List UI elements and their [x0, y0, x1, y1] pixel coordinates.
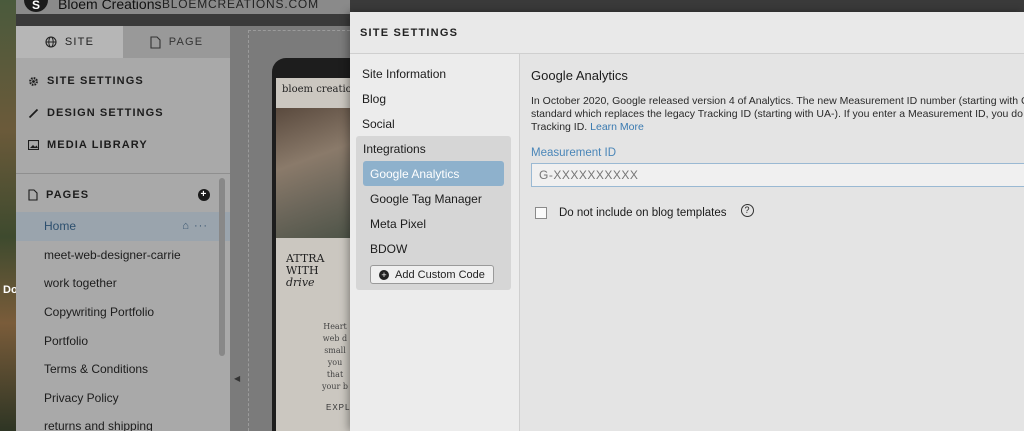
preview-body-line: Heart — [323, 322, 347, 331]
section-title: Google Analytics — [531, 68, 628, 83]
blog-templates-option: Do not include on blog templates ? — [531, 203, 1024, 219]
pages-header-label: PAGES — [46, 189, 90, 201]
preview-body-line: web d — [322, 334, 348, 343]
pages-list: Home ⌂ ··· meet-web-designer-carrie work… — [16, 212, 230, 431]
brush-icon — [28, 108, 39, 119]
blog-templates-checkbox[interactable] — [535, 207, 547, 219]
pages-header: PAGES + — [16, 178, 230, 212]
site-panel: SITE PAGE SITE SETTINGS DESIGN SETTINGS — [16, 26, 230, 431]
page-item-label: Terms & Conditions — [44, 362, 149, 377]
modal-title: SITE SETTINGS — [350, 12, 1024, 54]
menu-site-settings-label: SITE SETTINGS — [47, 75, 144, 87]
help-icon[interactable]: ? — [740, 203, 754, 217]
nav-blog[interactable]: Blog — [350, 86, 519, 111]
plus-icon: + — [379, 269, 389, 280]
page-item[interactable]: meet-web-designer-carrie — [16, 241, 230, 270]
page-icon — [150, 35, 161, 49]
description-line: Tracking ID. Learn More — [531, 121, 1024, 134]
measurement-id-input[interactable] — [531, 163, 1024, 187]
sidebar-scrollbar[interactable] — [219, 178, 225, 356]
add-custom-code-button[interactable]: + Add Custom Code — [370, 265, 494, 284]
nav-integrations[interactable]: Integrations — [363, 136, 504, 161]
preview-logo: bloem creations — [282, 84, 350, 95]
nav-bdow[interactable]: BDOW — [363, 236, 504, 261]
page-item-label: work together — [44, 276, 117, 291]
preview-body-line: small — [324, 346, 346, 355]
nav-site-information[interactable]: Site Information — [350, 61, 519, 86]
page-item[interactable]: work together — [16, 269, 230, 298]
preview-headline: ATTRA WITH drive — [286, 253, 324, 289]
measurement-id-label: Measurement ID — [531, 147, 617, 159]
page-tools[interactable]: ⌂ ··· — [182, 220, 208, 232]
panel-tabs: SITE PAGE — [16, 26, 230, 58]
menu-media-library[interactable]: MEDIA LIBRARY — [16, 129, 230, 161]
page-item[interactable]: Terms & Conditions — [16, 355, 230, 384]
tab-site-label: SITE — [64, 36, 95, 48]
tab-site[interactable]: SITE — [16, 26, 123, 58]
brand-name[interactable]: Bloem Creations — [58, 0, 162, 12]
menu-media-library-label: MEDIA LIBRARY — [47, 139, 148, 151]
gear-icon — [28, 76, 39, 87]
page-item[interactable]: returns and shipping — [16, 412, 230, 431]
description-line: standard which replaces the legacy Track… — [531, 108, 1023, 120]
page-item[interactable]: Portfolio — [16, 326, 230, 355]
site-settings-modal: SITE SETTINGS Site Information Blog Soci… — [350, 12, 1024, 431]
section-description: In October 2020, Google released version… — [531, 95, 1024, 134]
nav-social[interactable]: Social — [350, 111, 519, 136]
page-item-label: Copywriting Portfolio — [44, 305, 155, 320]
page-item-home[interactable]: Home ⌂ ··· — [16, 212, 230, 241]
preview-headline-line: drive — [286, 276, 315, 289]
learn-more-link[interactable]: Learn More — [590, 121, 644, 133]
page-item[interactable]: Copywriting Portfolio — [16, 298, 230, 327]
menu-design-settings-label: DESIGN SETTINGS — [47, 107, 164, 119]
tab-page[interactable]: PAGE — [123, 26, 230, 58]
page-item-label: Portfolio — [44, 333, 89, 348]
menu-design-settings[interactable]: DESIGN SETTINGS — [16, 97, 230, 129]
page-item-label: Privacy Policy — [44, 390, 119, 405]
brand-domain[interactable]: BLOEMCREATIONS.COM — [162, 0, 319, 11]
description-line-text: Tracking ID. — [531, 121, 588, 133]
page-item-label: returns and shipping — [44, 419, 153, 431]
collapse-arrow-icon[interactable]: ◀ — [234, 374, 240, 383]
preview-body-line: that — [326, 370, 344, 379]
add-page-icon[interactable]: + — [198, 189, 210, 201]
preview-body: Heart web d small you that your b — [322, 321, 348, 393]
checkbox-label: Do not include on blog templates — [559, 207, 727, 219]
menu-site-settings[interactable]: SITE SETTINGS — [16, 65, 230, 97]
nav-google-tag-manager[interactable]: Google Tag Manager — [363, 186, 504, 211]
page-item-label: Home — [44, 219, 77, 234]
page-item[interactable]: Privacy Policy — [16, 384, 230, 413]
preview-body-line: your b — [322, 382, 348, 391]
page-icon — [28, 189, 38, 201]
mobile-preview-screen: bloem creations ATTRA WITH drive Heart w… — [276, 78, 350, 431]
settings-nav: Site Information Blog Social Integration… — [350, 54, 520, 431]
preview-body-line: you — [327, 358, 343, 367]
description-line: In October 2020, Google released version… — [531, 95, 1024, 107]
globe-icon — [45, 36, 57, 48]
nav-google-analytics[interactable]: Google Analytics — [363, 161, 504, 186]
preview-hero-photo — [276, 108, 350, 238]
background-photo — [0, 0, 16, 431]
image-icon — [28, 140, 39, 150]
integrations-group: Integrations Google Analytics Google Tag… — [356, 136, 511, 290]
nav-meta-pixel[interactable]: Meta Pixel — [363, 211, 504, 236]
divider — [16, 173, 230, 174]
tab-page-label: PAGE — [168, 36, 204, 48]
google-analytics-panel: Google Analytics In October 2020, Google… — [521, 54, 1024, 431]
page-item-label: meet-web-designer-carrie — [44, 247, 181, 262]
add-custom-code-label: Add Custom Code — [395, 268, 485, 281]
